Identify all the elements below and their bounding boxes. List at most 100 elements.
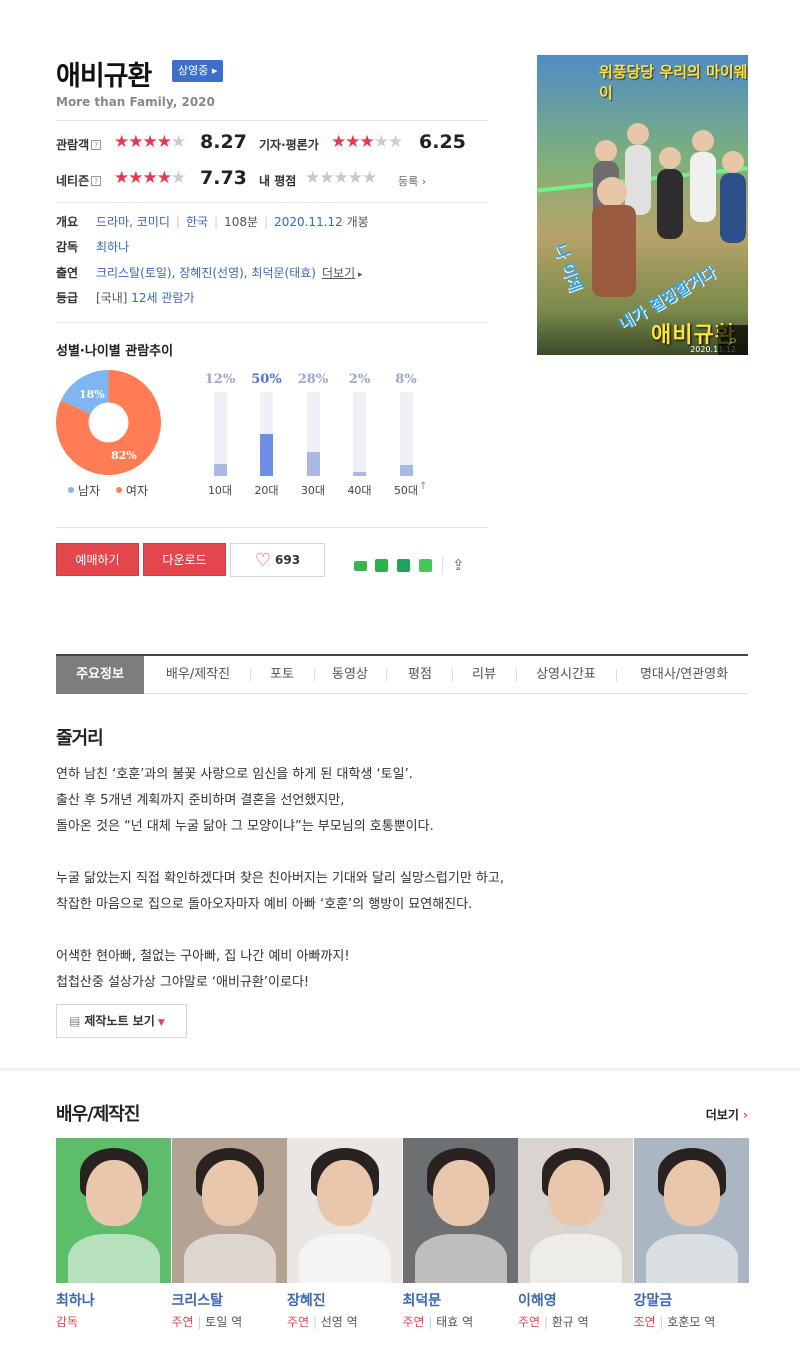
synopsis-line: 첩첩산중 설상가상 그야말로 ‘애비규환’이로다! [56,975,310,990]
runtime: 108분 [224,215,259,229]
cast-photo[interactable] [402,1138,518,1283]
cast-name[interactable]: 강말금 [634,1290,673,1310]
cast-photo[interactable] [171,1138,287,1283]
audience-stars: ★★★★★ [114,132,186,152]
director-link[interactable]: 최하나 [96,238,129,255]
netizen-rating-label: 네티즌? [56,172,102,189]
age-category-label: 10대 [207,484,233,497]
synopsis-title: 줄거리 [56,728,104,749]
cast-photo[interactable] [518,1138,633,1283]
cast-links[interactable]: 크리스탈(토일), 장혜진(선영), 최덕문(태효) [96,266,316,280]
movie-subtitle: More than Family, 2020 [56,95,215,109]
critic-rating-label: 기자·평론가 [259,138,319,152]
critic-score: 6.25 [419,131,466,153]
cast-photo[interactable] [287,1138,402,1283]
tab-cast[interactable]: 배우/제작진 [150,656,246,694]
divider [56,527,488,528]
cast-more-link[interactable]: 더보기 [322,266,355,280]
synopsis-line: 어색한 현아빠, 철없는 구아빠, 집 나간 예비 아빠까지! [56,949,350,964]
synopsis-line: 돌아온 것은 “넌 대체 누굴 닮아 그 모양이냐”는 부모님의 호통뿐이다. [56,819,434,834]
bookmark-share-icon[interactable] [397,559,410,572]
grade-link[interactable]: 12세 관람가 [131,291,194,305]
cast-name[interactable]: 장혜진 [287,1290,326,1310]
synopsis-spacer [56,840,746,866]
grade-label: 등급 [56,291,79,305]
search-icon[interactable]: ⌕ [718,325,748,355]
synopsis-spacer [56,918,746,944]
cast-role: 주연 | 태효 역 [402,1315,474,1329]
age-bar-track [213,392,227,476]
tab-showtimes[interactable]: 상영시간표 [520,656,612,694]
critic-stars: ★★★★★ [331,132,403,152]
audience-score: 8.27 [200,131,247,153]
cast-name[interactable]: 이해영 [518,1290,557,1310]
movie-title: 애비규환 [56,61,152,92]
release-date-link[interactable]: 2020.11.12 [274,215,343,229]
age-pct-label: 8% [395,372,417,387]
tab-main-info[interactable]: 주요정보 [56,656,144,694]
age-bar-track [260,392,273,476]
section-divider [0,1068,800,1071]
age-pct-label: 2% [348,372,371,387]
divider [56,202,488,203]
tab-rating[interactable]: 평점 [390,656,450,694]
memo-share-icon[interactable] [419,559,432,572]
divider [56,120,488,121]
synopsis-text: 연하 남친 ‘호훈’과의 불꽃 사랑으로 임신을 하게 된 대학생 ‘토일’. … [56,762,746,996]
my-rating-stars[interactable]: ★★★★★ [305,170,377,187]
cast-role-type: 조연 [633,1315,656,1329]
cast-role-type: 주연 [171,1315,194,1329]
cast-name[interactable]: 크리스탈 [172,1290,224,1310]
reserve-button[interactable]: 예매하기 [56,543,139,576]
cast-more-link[interactable]: 더보기 › [706,1106,748,1123]
cast-role-type: 감독 [56,1315,79,1329]
cast-role-type: 주연 [287,1315,310,1329]
my-rating-label: 내 평점 [259,174,297,188]
genre-link[interactable]: 드라마 [96,215,129,229]
heart-icon: ♡ [254,550,272,571]
tab-photo[interactable]: 포토 [252,656,312,694]
cast-character: 호훈모 역 [667,1315,716,1329]
movie-poster[interactable]: 위풍당당 우리의 마이웨이 나 이제 내가 결정할거다 애비규환 2020.11… [537,55,748,355]
cast-role: 감독 [56,1313,78,1330]
share-icon[interactable]: ⇪ [452,556,465,574]
age-category-label: 20대 [254,484,279,497]
cast-section-title: 배우/제작진 [56,1104,140,1125]
cast-name[interactable]: 최덕문 [403,1290,442,1310]
gender-pie-chart: 18% 82% [56,370,161,475]
grade-values: [국내] 12세 관람가 [96,291,195,305]
age-bar-track [353,392,366,476]
age-bar [260,434,273,476]
age-bar [213,464,227,476]
cast-photo[interactable] [633,1138,749,1283]
movie-detail-page: 애비규환 상영중 ▸ More than Family, 2020 관람객? ★… [0,0,800,1352]
netizen-score: 7.73 [200,167,247,189]
legend-female: 여자 [125,484,149,498]
production-notes-button[interactable]: ▤ 제작노트 보기 ▼ [56,1004,187,1038]
age-category-label: 30대 [300,484,326,497]
band-share-icon[interactable] [354,561,367,571]
cast-character: 토일 역 [205,1315,243,1329]
line-share-icon[interactable] [375,559,388,572]
country-link[interactable]: 한국 [186,215,208,229]
legend-male: 남자 [78,484,101,498]
tab-quotes-related[interactable]: 명대사/연관영화 [620,656,748,694]
netizen-stars: ★★★★★ [114,168,186,188]
cast-role: 주연 | 토일 역 [171,1315,243,1329]
register-rating-link[interactable]: 등록 › [398,173,426,189]
status-badge[interactable]: 상영중 ▸ [172,60,224,82]
poster-tagline: 위풍당당 우리의 마이웨이 [599,63,748,102]
download-button[interactable]: 다운로드 [143,543,226,576]
cast-role: 주연 | 선영 역 [287,1315,358,1329]
age-pct-label: 50% [251,372,282,387]
cast-character: 태효 역 [436,1315,474,1329]
cast-name[interactable]: 최하나 [56,1290,95,1310]
like-button[interactable]: ♡ 693 [230,543,325,577]
tab-review[interactable]: 리뷰 [456,656,512,694]
tab-video[interactable]: 동영상 [318,656,382,694]
overview-values: 드라마, 코미디 | 한국 | 108분 | 2020.11.12 개봉 [96,215,369,229]
age-bar [306,452,320,476]
genre-link[interactable]: 코미디 [137,215,170,229]
tab-bar: 주요정보 배우/제작진 포토 동영상 평점 리뷰 상영시간표 명대사/연관영화 [56,654,748,694]
cast-photo[interactable] [56,1138,171,1283]
